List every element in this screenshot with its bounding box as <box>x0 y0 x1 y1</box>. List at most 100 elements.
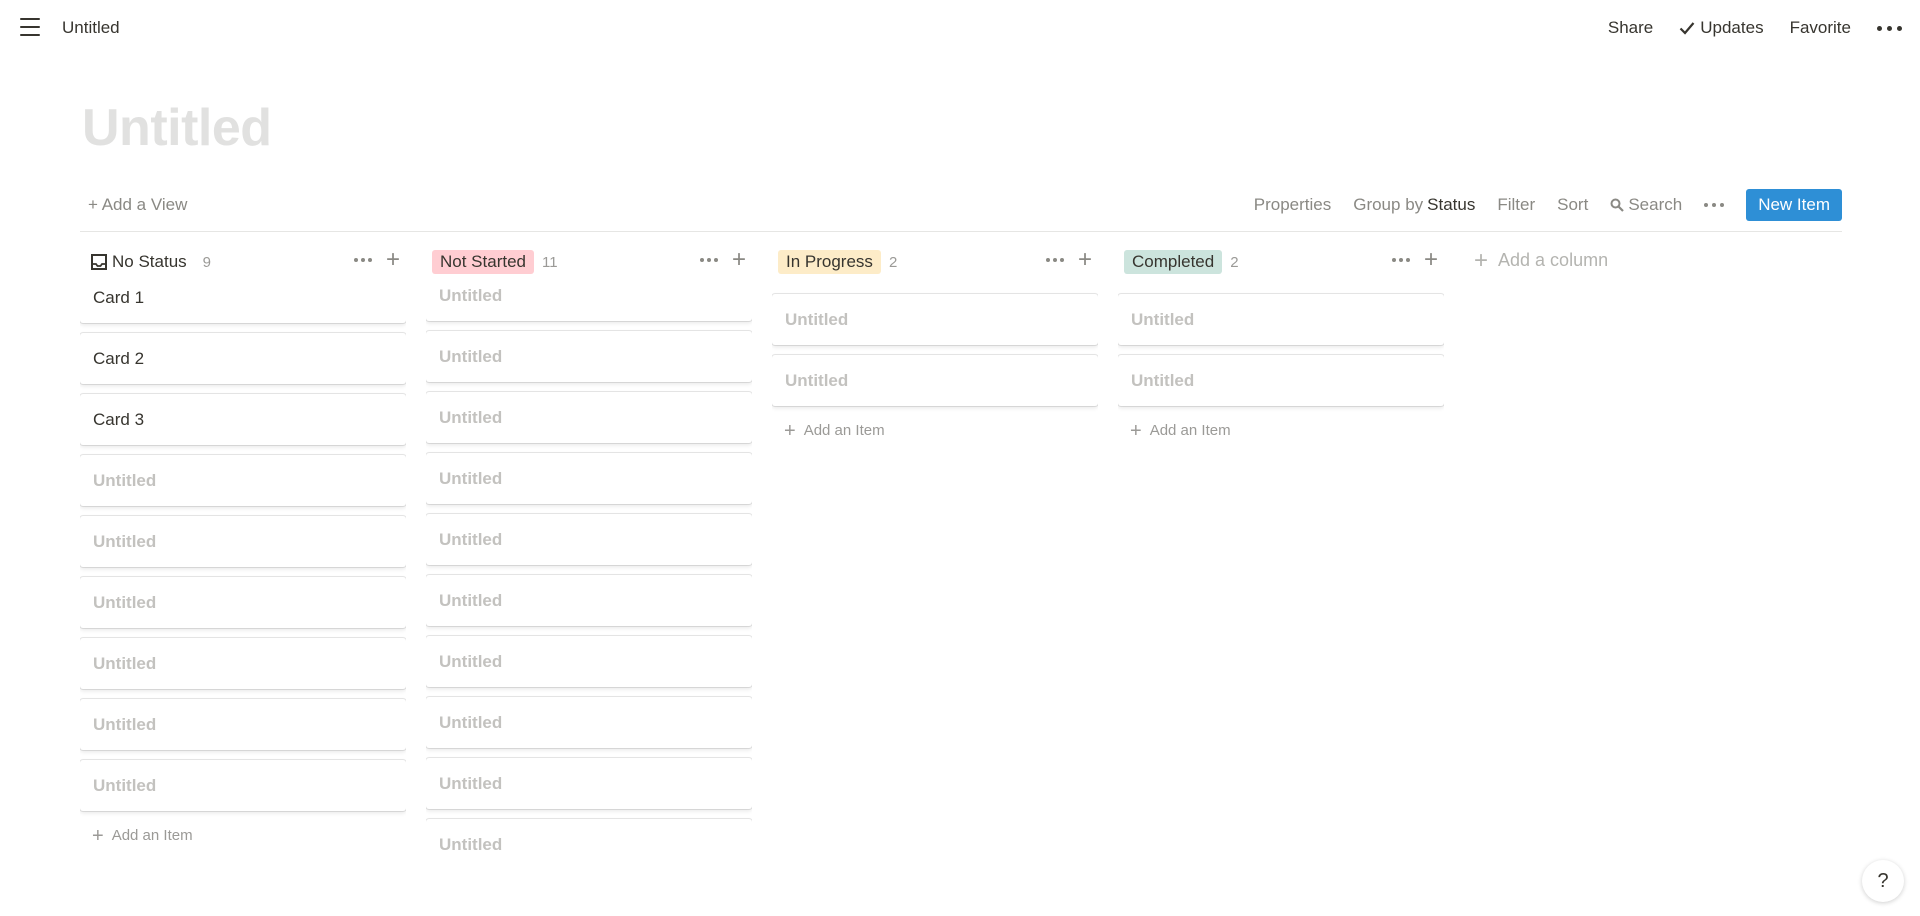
column-header[interactable]: Not Started 11 + <box>426 244 752 280</box>
column-add-icon[interactable]: + <box>1424 248 1438 272</box>
board-card[interactable]: Untitled <box>1118 294 1444 345</box>
add-view-button[interactable]: + Add a View <box>88 195 187 215</box>
filter-button[interactable]: Filter <box>1497 195 1535 215</box>
board-card[interactable]: Untitled <box>1118 355 1444 406</box>
column-title: In Progress <box>778 250 881 274</box>
card-title: Untitled <box>1131 309 1195 329</box>
column-actions: + <box>699 248 746 272</box>
board-card[interactable]: Untitled <box>426 280 752 321</box>
filter-label: Filter <box>1497 195 1536 214</box>
share-button[interactable]: Share <box>1608 18 1653 38</box>
column-more-icon[interactable] <box>353 258 372 262</box>
column-count: 2 <box>1230 253 1239 271</box>
add-item-button[interactable]: + Add an Item <box>1130 419 1231 442</box>
card-title: Untitled <box>439 529 503 549</box>
card-list: Untitled Untitled Untitled Untitled Untitled… <box>426 280 752 860</box>
card-title: Untitled <box>93 775 157 795</box>
plus-icon: + <box>1474 246 1489 274</box>
favorite-label: Favorite <box>1789 18 1851 37</box>
card-list: Untitled Untitled + Add an Item <box>1118 280 1444 860</box>
card-title: Untitled <box>785 370 849 390</box>
group-by-label: Group by <box>1353 195 1424 214</box>
share-label: Share <box>1607 18 1654 37</box>
more-options-icon[interactable] <box>1877 25 1902 31</box>
column-header[interactable]: In Progress 2 + <box>772 244 1098 280</box>
updates-label: Updates <box>1700 18 1764 37</box>
column-header[interactable]: Completed 2 + <box>1118 244 1444 280</box>
board-card[interactable]: Card 2 <box>80 333 406 384</box>
column-header[interactable]: No Status 9 + <box>80 244 406 280</box>
properties-label: Properties <box>1253 195 1332 214</box>
column-title: Not Started <box>432 250 534 274</box>
group-by-value: Status <box>1427 195 1476 214</box>
help-button[interactable]: ? <box>1862 860 1904 902</box>
search-icon <box>1610 198 1625 212</box>
plus-icon: + <box>1130 419 1142 442</box>
board-card[interactable]: Untitled <box>426 331 752 382</box>
card-list: Untitled Untitled + Add an Item <box>772 280 1098 860</box>
board-card[interactable]: Untitled <box>80 455 406 506</box>
add-column-button[interactable]: + Add a column <box>1474 246 1609 274</box>
board-card[interactable]: Untitled <box>80 516 406 567</box>
board-card[interactable]: Untitled <box>426 758 752 809</box>
column-add-icon[interactable]: + <box>386 248 400 272</box>
add-column-label: Add a column <box>1498 250 1609 270</box>
breadcrumb[interactable]: Untitled <box>62 18 120 38</box>
board-card[interactable]: Untitled <box>772 355 1098 406</box>
card-title: Untitled <box>93 592 157 612</box>
column-add-icon[interactable]: + <box>1078 248 1092 272</box>
column-count: 9 <box>202 253 211 271</box>
board-card[interactable]: Untitled <box>772 294 1098 345</box>
search-button[interactable]: Search <box>1610 195 1682 215</box>
plus-icon: + <box>92 824 104 847</box>
properties-button[interactable]: Properties <box>1254 195 1331 215</box>
view-toolbar: + Add a View Properties Group by Status … <box>80 188 1842 232</box>
column-title: No Status <box>112 252 187 271</box>
card-title: Untitled <box>93 653 157 673</box>
add-item-button[interactable]: + Add an Item <box>784 421 885 441</box>
sort-button[interactable]: Sort <box>1557 195 1588 215</box>
board-card[interactable]: Card 3 <box>80 394 406 445</box>
card-title: Card 2 <box>93 348 145 368</box>
board-card[interactable]: Untitled <box>80 699 406 750</box>
column-title: Completed <box>1124 250 1223 274</box>
group-by-button[interactable]: Group by Status <box>1353 195 1475 215</box>
card-title: Untitled <box>439 712 503 732</box>
board-card[interactable]: Untitled <box>80 760 406 811</box>
check-icon <box>1679 21 1695 35</box>
top-bar: Untitled Share Updates Favorite <box>0 0 1920 56</box>
board-card[interactable]: Untitled <box>80 638 406 689</box>
card-title: Untitled <box>93 531 157 551</box>
board-card[interactable]: Untitled <box>80 577 406 628</box>
new-item-button[interactable]: New Item <box>1746 189 1842 221</box>
column-add-icon[interactable]: + <box>732 248 746 272</box>
add-item-button[interactable]: + Add an Item <box>92 824 193 847</box>
search-label: Search <box>1628 195 1683 214</box>
card-title: Untitled <box>785 309 849 329</box>
card-title: Untitled <box>439 468 503 488</box>
board-card[interactable]: Untitled <box>426 453 752 504</box>
board-card[interactable]: Untitled <box>426 514 752 565</box>
board-card[interactable]: Untitled <box>426 697 752 748</box>
updates-button[interactable]: Updates <box>1679 18 1764 38</box>
inbox-icon <box>90 254 108 270</box>
card-title: Untitled <box>93 714 157 734</box>
board-card[interactable]: Card 1 <box>80 280 406 323</box>
board-card[interactable]: Untitled <box>426 819 752 860</box>
board-card[interactable]: Untitled <box>426 575 752 626</box>
board-card[interactable]: Untitled <box>426 392 752 443</box>
column-more-icon[interactable] <box>1045 258 1064 262</box>
view-more-icon[interactable] <box>1704 203 1725 207</box>
card-title: Untitled <box>439 590 503 610</box>
card-title: Untitled <box>1131 370 1195 390</box>
column-more-icon[interactable] <box>1391 258 1410 262</box>
board-card[interactable]: Untitled <box>426 636 752 687</box>
card-title: Untitled <box>439 773 503 793</box>
column-count: 2 <box>888 253 898 271</box>
menu-icon[interactable] <box>20 18 40 36</box>
column-actions: + <box>353 248 400 272</box>
page-title[interactable]: Untitled <box>82 98 272 158</box>
column-more-icon[interactable] <box>699 258 718 262</box>
favorite-button[interactable]: Favorite <box>1790 18 1851 38</box>
top-actions: Share Updates Favorite <box>1608 14 1902 42</box>
